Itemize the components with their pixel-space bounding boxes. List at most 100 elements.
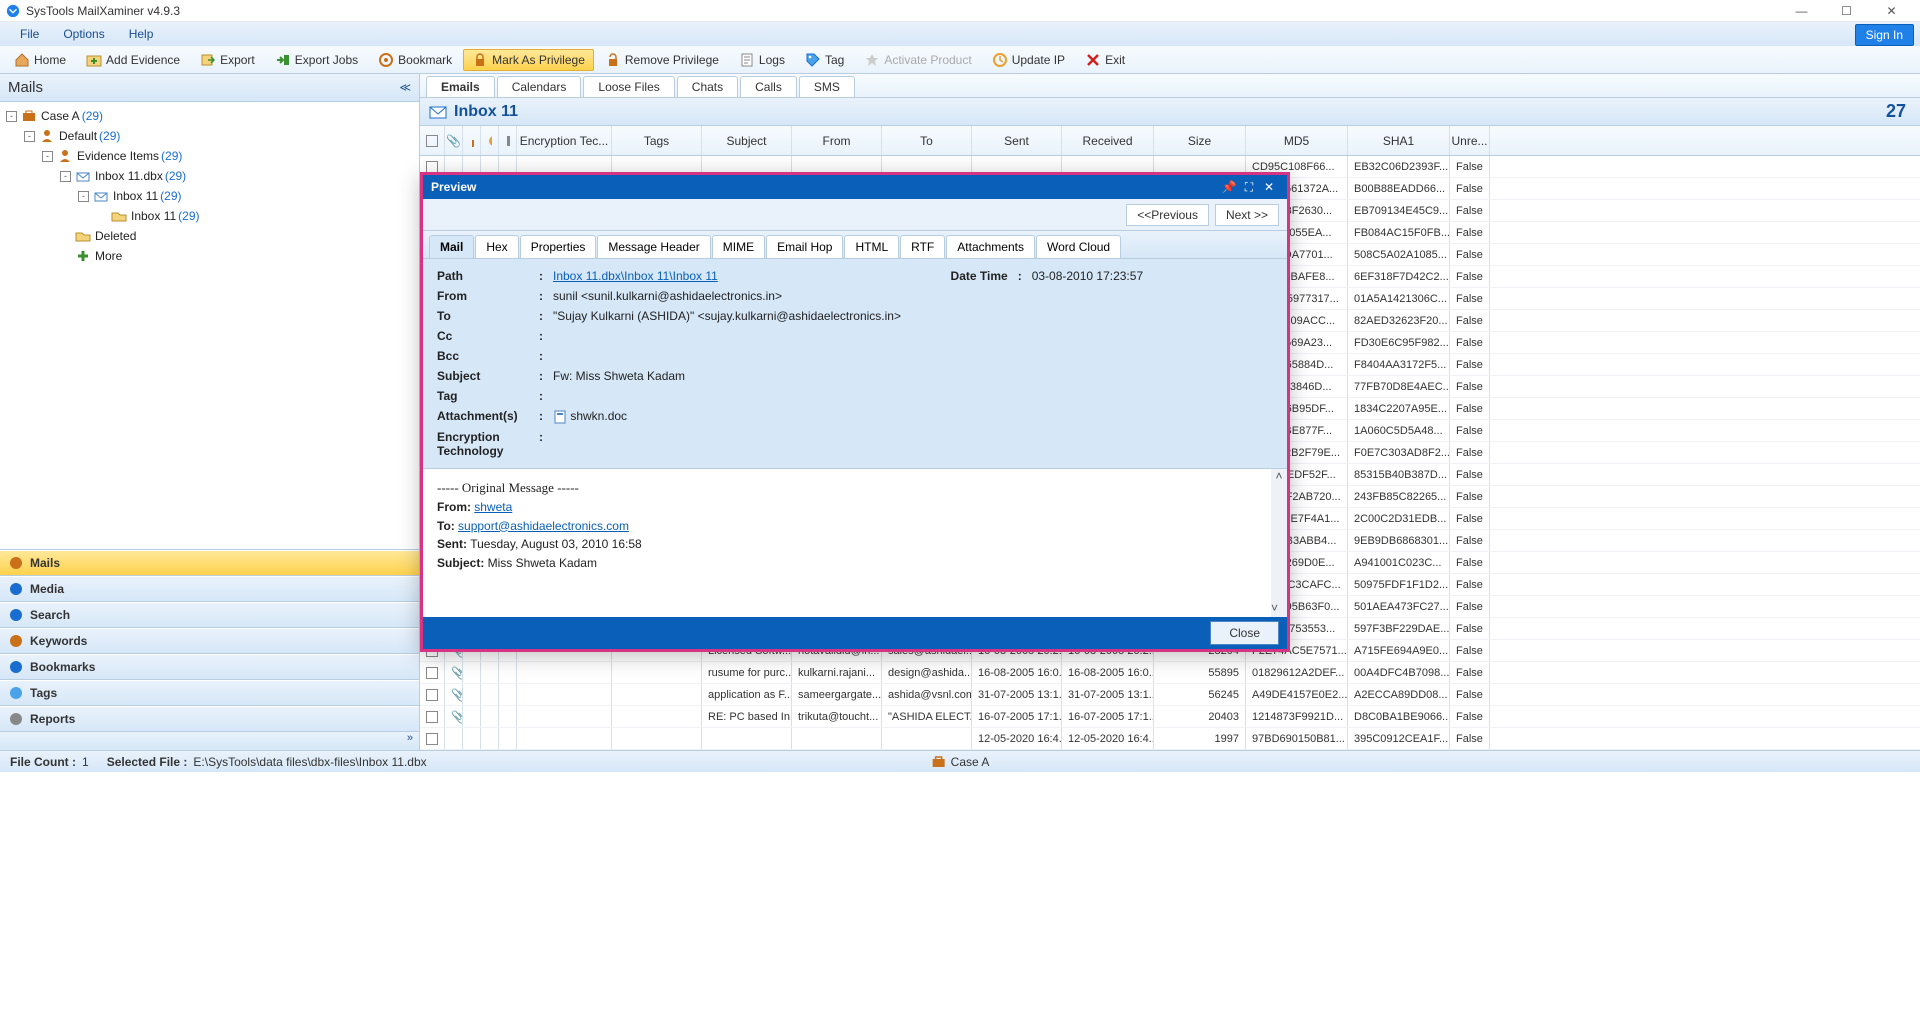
nav-label: Media <box>30 582 64 596</box>
tree-item[interactable]: Deleted <box>60 228 419 244</box>
attach-col-icon[interactable]: 📎 <box>445 126 463 155</box>
preview-tab-message-header[interactable]: Message Header <box>597 235 710 258</box>
tree-toggle-icon[interactable]: - <box>42 151 53 162</box>
cell-from <box>792 728 882 749</box>
col-sent[interactable]: Sent <box>972 126 1062 155</box>
logs-button[interactable]: Logs <box>730 49 794 71</box>
preview-tab-hex[interactable]: Hex <box>475 235 518 258</box>
meta-attachment[interactable]: shwkn.doc <box>570 409 627 423</box>
tree-toggle-icon[interactable]: - <box>24 131 35 142</box>
row-checkbox[interactable] <box>426 689 438 701</box>
nav-tags[interactable]: Tags <box>0 680 419 706</box>
tab-loose-files[interactable]: Loose Files <box>583 76 674 97</box>
nav-mails[interactable]: Mails <box>0 550 419 576</box>
close-window-button[interactable]: ✕ <box>1869 1 1914 21</box>
meta-path-link[interactable]: Inbox 11.dbx\Inbox 11\Inbox 11 <box>553 269 718 283</box>
tree-toggle-icon[interactable]: - <box>60 171 71 182</box>
select-all-checkbox[interactable] <box>426 135 438 147</box>
menu-file[interactable]: File <box>8 27 51 41</box>
row-checkbox[interactable] <box>426 733 438 745</box>
activate-product-button[interactable]: Activate Product <box>855 49 980 71</box>
next-button[interactable]: Next >> <box>1215 204 1279 226</box>
col-received[interactable]: Received <box>1062 126 1154 155</box>
tree-item[interactable]: More <box>60 248 419 264</box>
preview-tab-mime[interactable]: MIME <box>712 235 765 258</box>
previous-button[interactable]: <<Previous <box>1126 204 1209 226</box>
col-from[interactable]: From <box>792 126 882 155</box>
cell-size: 20403 <box>1154 706 1246 727</box>
preview-body[interactable]: ----- Original Message ----- From: shwet… <box>423 469 1287 617</box>
col-size[interactable]: Size <box>1154 126 1246 155</box>
nav-expand-icon[interactable]: » <box>0 732 419 750</box>
tree-toggle-icon[interactable]: - <box>78 191 89 202</box>
nav-media[interactable]: Media <box>0 576 419 602</box>
export-jobs-button[interactable]: Export Jobs <box>266 49 367 71</box>
minimize-button[interactable]: — <box>1779 1 1824 21</box>
col-tags[interactable]: Tags <box>612 126 702 155</box>
nav-search[interactable]: Search <box>0 602 419 628</box>
close-button[interactable]: Close <box>1210 621 1279 645</box>
col-unread[interactable]: Unre... <box>1450 126 1490 155</box>
lock-col-icon[interactable] <box>463 126 481 155</box>
body-from-link[interactable]: shweta <box>474 500 512 514</box>
tree-item[interactable]: -Inbox 11.dbx (29) <box>60 168 419 184</box>
row-checkbox[interactable] <box>426 667 438 679</box>
tree-item[interactable]: -Evidence Items (29) <box>42 148 419 164</box>
preview-close-icon[interactable]: ✕ <box>1259 180 1279 194</box>
tree-item[interactable]: Inbox 11 (29) <box>96 208 419 224</box>
nav-reports[interactable]: Reports <box>0 706 419 732</box>
tree-item[interactable]: -Case A (29) <box>6 108 419 124</box>
preview-tab-properties[interactable]: Properties <box>520 235 597 258</box>
table-row[interactable]: 📎RE: PC based In...trikuta@toucht..."ASH… <box>420 706 1920 728</box>
preview-scrollbar[interactable]: ˄˅ <box>1271 469 1287 617</box>
tree-item[interactable]: -Inbox 11 (29) <box>78 188 419 204</box>
tree-toggle-icon[interactable]: - <box>6 111 17 122</box>
row-checkbox[interactable] <box>426 161 438 173</box>
collapse-left-icon[interactable]: ≪ <box>399 81 411 94</box>
export-button[interactable]: Export <box>191 49 264 71</box>
row-checkbox[interactable] <box>426 711 438 723</box>
preview-tab-attachments[interactable]: Attachments <box>946 235 1035 258</box>
attachment-doc-icon[interactable] <box>553 410 567 424</box>
preview-tab-mail[interactable]: Mail <box>429 235 474 258</box>
exit-button[interactable]: Exit <box>1076 49 1134 71</box>
tag-button[interactable]: Tag <box>796 49 853 71</box>
body-to-link[interactable]: support@ashidaelectronics.com <box>458 519 629 533</box>
preview-tab-word-cloud[interactable]: Word Cloud <box>1036 235 1121 258</box>
sign-in-button[interactable]: Sign In <box>1855 24 1914 46</box>
col-sha1[interactable]: SHA1 <box>1348 126 1450 155</box>
preview-tab-rtf[interactable]: RTF <box>900 235 945 258</box>
menu-help[interactable]: Help <box>117 27 166 41</box>
col-to[interactable]: To <box>882 126 972 155</box>
menu-options[interactable]: Options <box>51 27 116 41</box>
preview-tab-html[interactable]: HTML <box>844 235 899 258</box>
table-row[interactable]: 📎application as F...sameergargate...ashi… <box>420 684 1920 706</box>
tab-emails[interactable]: Emails <box>426 76 495 97</box>
nav-bookmarks[interactable]: Bookmarks <box>0 654 419 680</box>
col-encryption[interactable]: Encryption Tec... <box>517 126 612 155</box>
preview-tab-email-hop[interactable]: Email Hop <box>766 235 843 258</box>
remove-privilege-button[interactable]: Remove Privilege <box>596 49 728 71</box>
cert-col-icon[interactable] <box>499 126 517 155</box>
tab-calendars[interactable]: Calendars <box>497 76 582 97</box>
maximize-button[interactable]: ☐ <box>1824 1 1869 21</box>
preview-expand-icon[interactable]: ⛶ <box>1239 180 1259 195</box>
col-subject[interactable]: Subject <box>702 126 792 155</box>
tab-calls[interactable]: Calls <box>740 76 797 97</box>
star-col-icon[interactable] <box>481 126 499 155</box>
attachment-icon: 📎 <box>451 666 463 680</box>
update-ip-button[interactable]: Update IP <box>983 49 1074 71</box>
tab-chats[interactable]: Chats <box>677 76 738 97</box>
table-row[interactable]: 12-05-2020 16:4...12-05-2020 16:4...1997… <box>420 728 1920 750</box>
home-button[interactable]: Home <box>5 49 75 71</box>
col-md5[interactable]: MD5 <box>1246 126 1348 155</box>
mark-privilege-button[interactable]: Mark As Privilege <box>463 49 594 71</box>
preview-pin-icon[interactable]: 📌 <box>1219 180 1239 194</box>
tree-item[interactable]: -Default (29) <box>24 128 419 144</box>
nav-keywords[interactable]: Keywords <box>0 628 419 654</box>
tab-sms[interactable]: SMS <box>799 76 855 97</box>
table-row[interactable]: 📎rusume for purc...kulkarni.rajani...des… <box>420 662 1920 684</box>
add-evidence-button[interactable]: Add Evidence <box>77 49 189 71</box>
bookmark-button[interactable]: Bookmark <box>369 49 461 71</box>
cell-sha1: 82AED32623F20... <box>1348 310 1450 331</box>
